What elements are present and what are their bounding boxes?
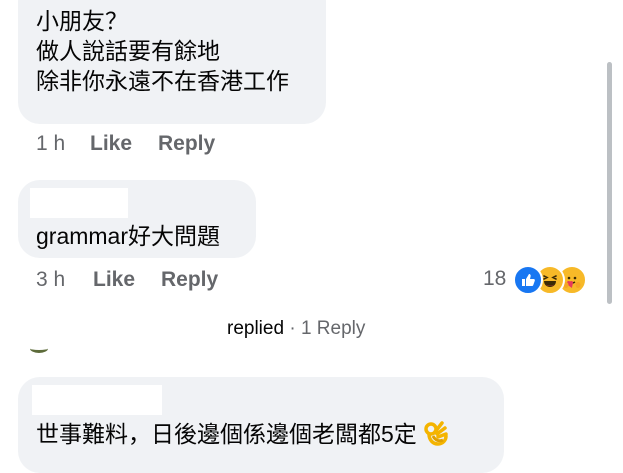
comment-2-meta: 3 h Like Reply <box>36 268 296 294</box>
reactions-summary[interactable]: 18 <box>483 265 595 295</box>
reply-comment-text: 世事難料，日後邊個係邊個老闆都5定 <box>36 419 449 453</box>
reaction-count: 18 <box>483 267 507 290</box>
comment-2-text: grammar好大問題 <box>36 223 221 249</box>
scrollbar-thumb[interactable] <box>607 62 612 304</box>
comment-1-reply-button[interactable]: Reply <box>158 132 215 156</box>
view-replies-link[interactable]: replied · 1 Reply <box>227 318 365 340</box>
comment-bubble-2: grammar好大問題 <box>18 180 256 258</box>
comment-2-like-button[interactable]: Like <box>93 268 135 292</box>
reply-commenter-name-redacted[interactable] <box>32 385 162 415</box>
comment-bubble-1: 小朋友？ 做人說話要有餘地 除非你永遠不在香港工作 <box>18 0 326 124</box>
comment-2-reply-button[interactable]: Reply <box>161 268 218 292</box>
comment-1-line-3: 除非你永遠不在香港工作 <box>36 68 289 94</box>
ok-hand-icon <box>423 420 449 453</box>
like-icon <box>513 265 543 295</box>
reply-comment-bubble: 世事難料，日後邊個係邊個老闆都5定 <box>18 377 504 473</box>
comment-1-like-button[interactable]: Like <box>90 132 132 156</box>
comment-1-timestamp[interactable]: 1 h <box>36 132 65 156</box>
replied-label: replied <box>227 318 285 339</box>
reply-count-label: 1 Reply <box>300 318 366 339</box>
comment-1-line-2: 做人說話要有餘地 <box>36 38 220 64</box>
avatar[interactable] <box>30 344 48 353</box>
replies-separator: · <box>284 318 301 339</box>
comment-2-timestamp[interactable]: 3 h <box>36 268 65 292</box>
comment-1-line-1: 小朋友？ <box>36 8 128 34</box>
comment-1-meta: 1 h Like Reply <box>36 132 296 158</box>
commenter-name-redacted[interactable] <box>30 188 128 218</box>
